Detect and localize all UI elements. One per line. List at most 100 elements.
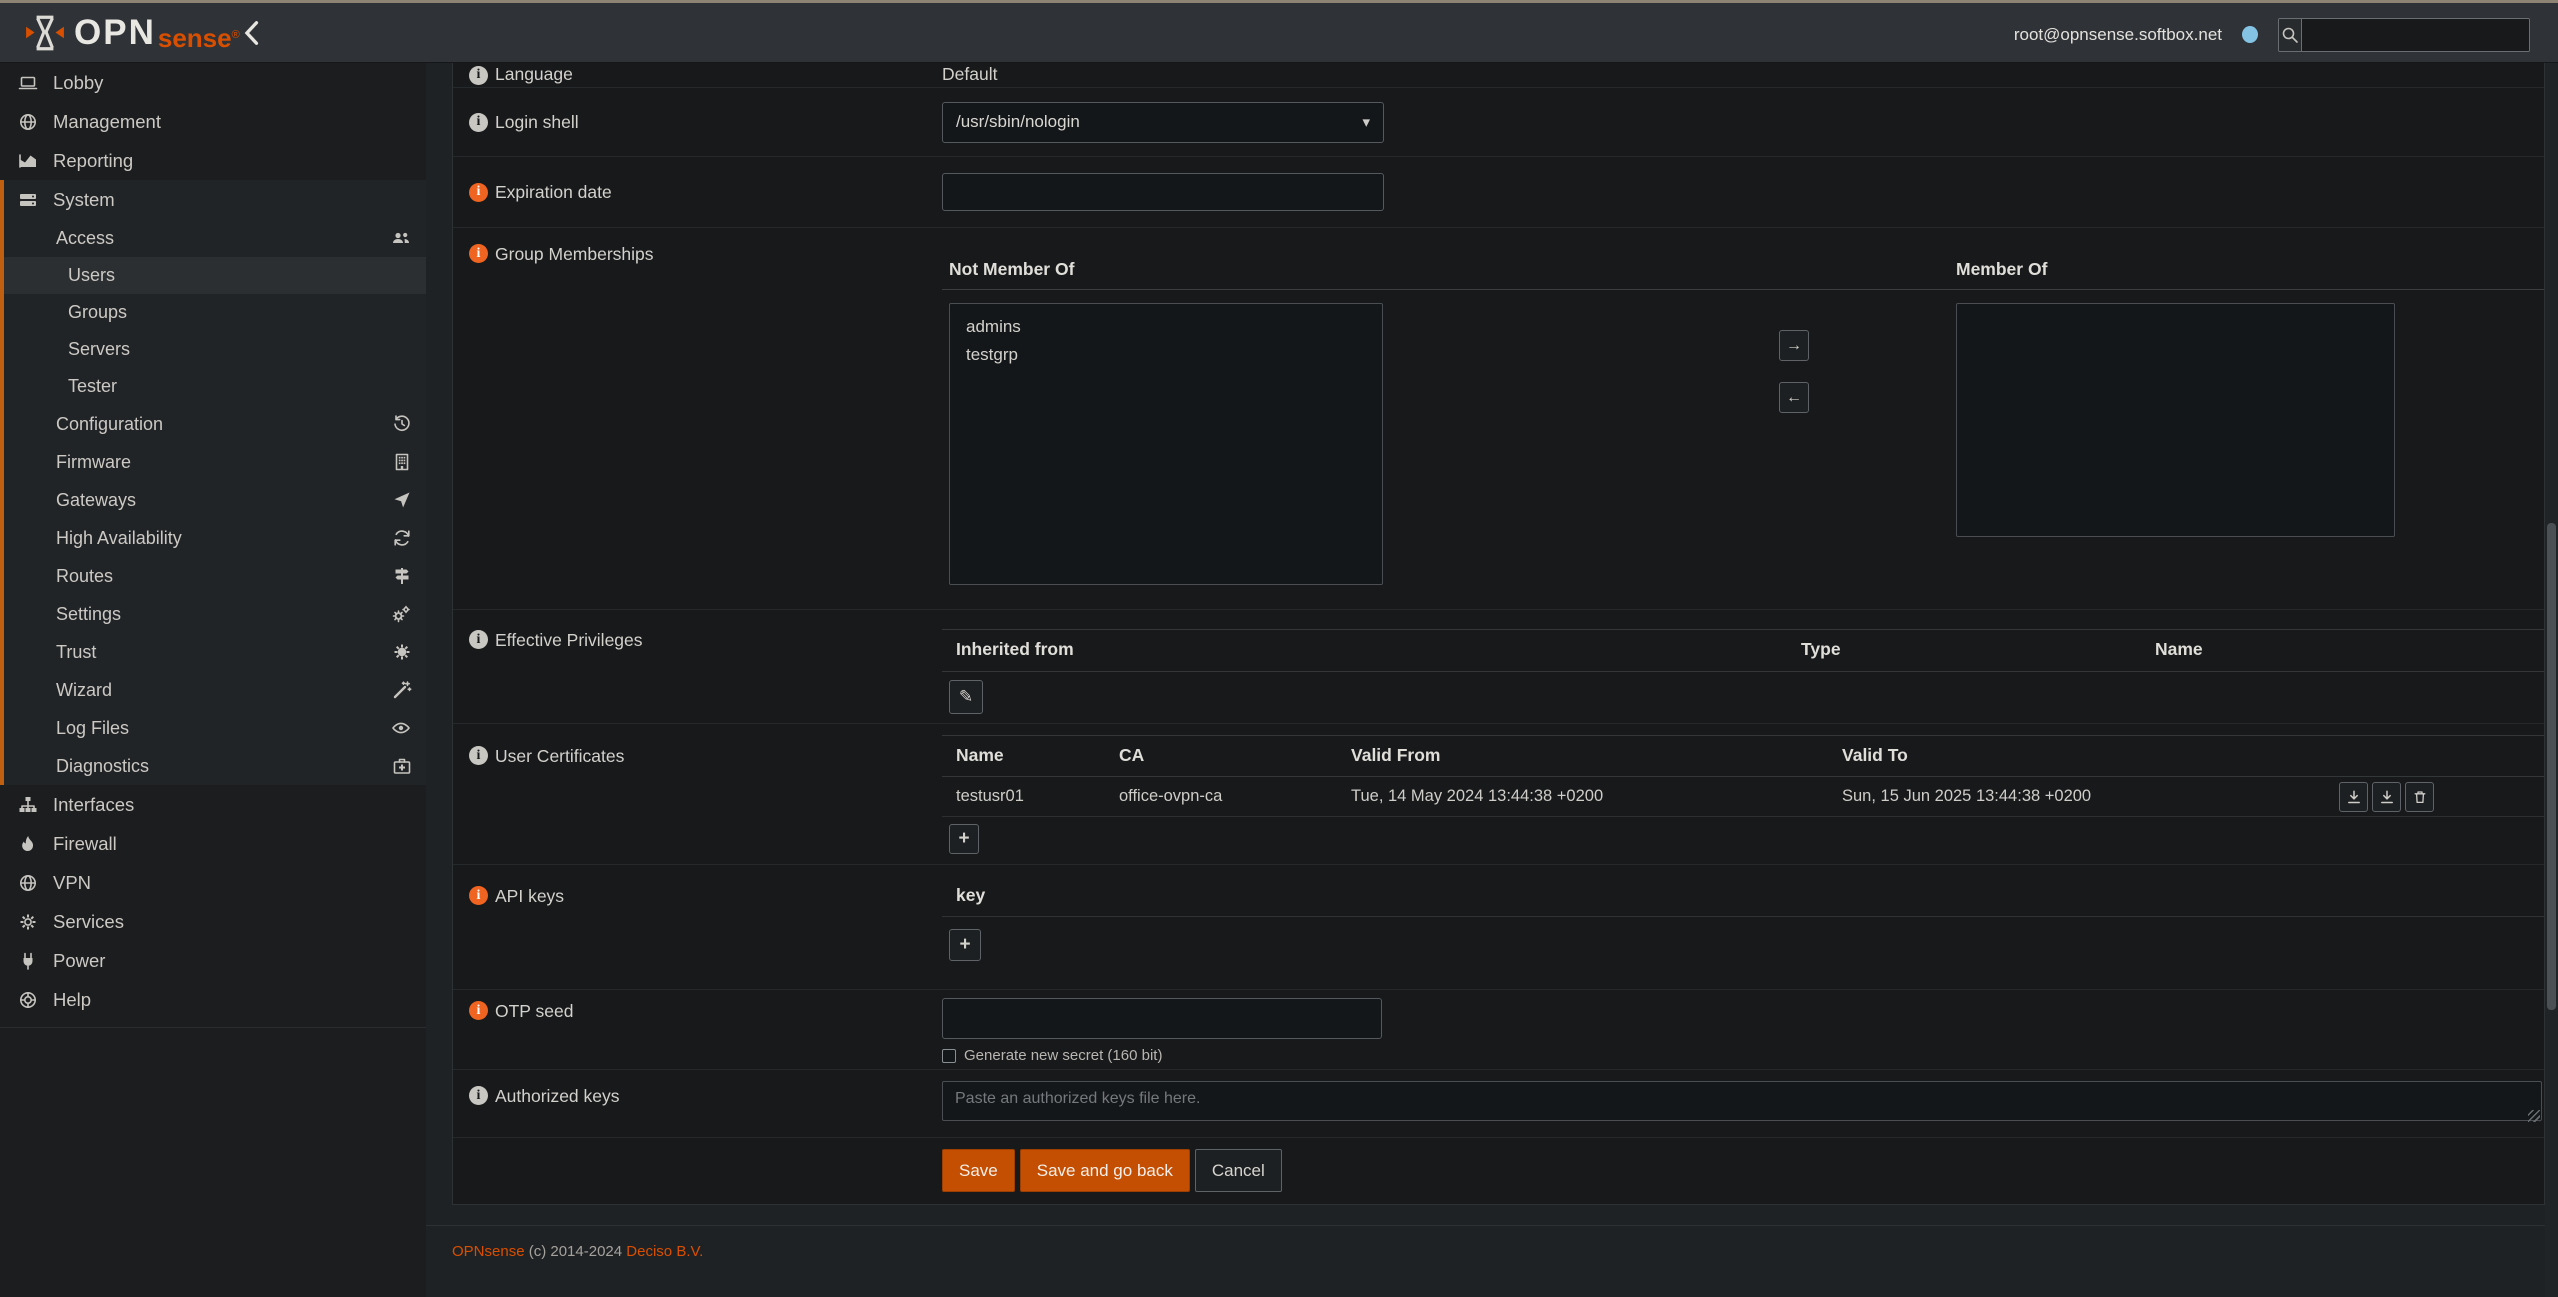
page-scrollbar[interactable] — [2545, 63, 2558, 1297]
info-icon[interactable] — [469, 1001, 488, 1020]
move-right-button[interactable] — [1779, 330, 1809, 361]
col-valid-to: Valid To — [1842, 745, 2339, 766]
sidebar-item-power[interactable]: Power — [0, 941, 426, 980]
form-row-group-memberships: Group Memberships Not Member Of Member O… — [453, 228, 2544, 610]
sidebar-item-gateways[interactable]: Gateways — [4, 481, 426, 519]
sidebar-item-vpn[interactable]: VPN — [0, 863, 426, 902]
sidebar-item-lobby[interactable]: Lobby — [0, 63, 426, 102]
sidebar-item-system[interactable]: System — [4, 180, 426, 219]
opnsense-link[interactable]: OPNsense — [452, 1243, 525, 1260]
add-certificate-button[interactable] — [949, 824, 979, 854]
sidebar-item-wizard[interactable]: Wizard — [4, 671, 426, 709]
sidebar-item-reporting[interactable]: Reporting — [0, 141, 426, 180]
sidebar-item-interfaces[interactable]: Interfaces — [0, 785, 426, 824]
sidebar-item-services[interactable]: Services — [0, 902, 426, 941]
status-dot[interactable] — [2242, 26, 2258, 43]
language-label: Language — [495, 64, 573, 85]
eye-icon — [390, 718, 412, 738]
search-icon — [2279, 19, 2302, 51]
sidebar-item-diagnostics[interactable]: Diagnostics — [4, 747, 426, 785]
chevron-down-icon — [1362, 112, 1370, 132]
otp-seed-label: OTP seed — [495, 1001, 573, 1022]
main-content: Language Default Login shell /usr/sbin/n… — [426, 63, 2545, 1297]
sidebar-collapse-chevron-icon[interactable] — [240, 20, 266, 48]
scrollbar-thumb[interactable] — [2547, 523, 2556, 1010]
save-button[interactable]: Save — [942, 1149, 1015, 1192]
export-certificate-button[interactable] — [2339, 782, 2368, 812]
history-icon — [392, 414, 412, 434]
sidebar-item-trust[interactable]: Trust — [4, 633, 426, 671]
map-signs-icon — [392, 566, 412, 586]
cogs-icon — [390, 604, 412, 624]
form-row-user-certificates: User Certificates Name CA Valid From Val… — [453, 724, 2544, 865]
delete-certificate-button[interactable] — [2405, 782, 2434, 812]
sidebar-item-tester[interactable]: Tester — [4, 368, 426, 405]
generate-secret-checkbox[interactable] — [942, 1049, 956, 1063]
info-icon[interactable] — [469, 886, 488, 905]
member-of-listbox[interactable] — [1956, 303, 2395, 537]
opnsense-logo[interactable]: OPN sense ® — [24, 12, 240, 54]
sidebar-item-groups[interactable]: Groups — [4, 294, 426, 331]
sidebar-item-access[interactable]: Access — [4, 219, 426, 257]
sidebar-item-settings[interactable]: Settings — [4, 595, 426, 633]
sidebar-item-users[interactable]: Users — [4, 257, 426, 294]
member-of-header: Member Of — [1956, 259, 2047, 280]
magic-wand-icon — [392, 680, 412, 700]
col-name: Name — [2155, 639, 2544, 660]
form-row-api-keys: API keys key — [453, 865, 2544, 990]
form-row-expiration-date: Expiration date — [453, 157, 2544, 228]
textarea-resize-handle[interactable] — [2528, 1110, 2540, 1122]
otp-seed-input[interactable] — [942, 998, 1382, 1039]
authorized-keys-textarea[interactable] — [942, 1081, 2542, 1121]
info-icon[interactable] — [469, 1086, 488, 1105]
api-keys-label: API keys — [495, 886, 564, 907]
sidebar-item-log-files[interactable]: Log Files — [4, 709, 426, 747]
sidebar-item-help[interactable]: Help — [0, 980, 426, 1019]
export-key-button[interactable] — [2372, 782, 2401, 812]
sidebar-item-high-availability[interactable]: High Availability — [4, 519, 426, 557]
sidebar-item-firmware[interactable]: Firmware — [4, 443, 426, 481]
not-member-of-header: Not Member Of — [949, 259, 1074, 280]
server-icon — [14, 190, 42, 210]
edit-privileges-button[interactable] — [949, 680, 983, 714]
move-left-button[interactable] — [1779, 382, 1809, 413]
sidebar-item-routes[interactable]: Routes — [4, 557, 426, 595]
laptop-icon — [14, 73, 42, 93]
sitemap-icon — [14, 795, 42, 815]
info-icon[interactable] — [469, 113, 488, 132]
info-icon[interactable] — [469, 66, 488, 85]
life-ring-icon — [14, 990, 42, 1010]
sidebar-item-configuration[interactable]: Configuration — [4, 405, 426, 443]
search-input[interactable] — [2302, 19, 2529, 51]
sidebar-item-firewall[interactable]: Firewall — [0, 824, 426, 863]
expiration-date-input[interactable] — [942, 173, 1384, 211]
save-and-go-back-button[interactable]: Save and go back — [1020, 1149, 1190, 1192]
group-memberships-header: Not Member Of Member Of — [942, 228, 2544, 290]
info-icon[interactable] — [469, 244, 488, 263]
user-certificates-label: User Certificates — [495, 746, 624, 767]
top-header: OPN sense ® root@opnsense.softbox.net — [0, 0, 2558, 63]
sidebar-item-management[interactable]: Management — [0, 102, 426, 141]
list-item[interactable]: admins — [950, 313, 1382, 341]
deciso-link[interactable]: Deciso B.V. — [626, 1243, 703, 1260]
not-member-of-listbox[interactable]: admins testgrp — [949, 303, 1383, 585]
cancel-button[interactable]: Cancel — [1195, 1149, 1282, 1192]
sidebar: Lobby Management Reporting System Access… — [0, 63, 426, 1297]
area-chart-icon — [14, 151, 42, 171]
info-icon[interactable] — [469, 183, 488, 202]
form-actions-row: Save Save and go back Cancel — [453, 1138, 2544, 1204]
registered-mark: ® — [232, 29, 240, 41]
info-icon[interactable] — [469, 746, 488, 765]
hourglass-logo-icon — [24, 12, 66, 54]
globe-icon — [14, 873, 42, 893]
list-item[interactable]: testgrp — [950, 341, 1382, 369]
info-icon[interactable] — [469, 630, 488, 649]
cert-valid-from: Tue, 14 May 2024 13:44:38 +0200 — [1351, 787, 1842, 806]
building-icon — [392, 452, 412, 472]
login-shell-select[interactable]: /usr/sbin/nologin — [942, 102, 1384, 143]
medkit-icon — [392, 756, 412, 776]
sidebar-item-servers[interactable]: Servers — [4, 331, 426, 368]
authorized-keys-label: Authorized keys — [495, 1086, 620, 1107]
add-api-key-button[interactable] — [949, 929, 981, 961]
location-arrow-icon — [392, 490, 412, 510]
